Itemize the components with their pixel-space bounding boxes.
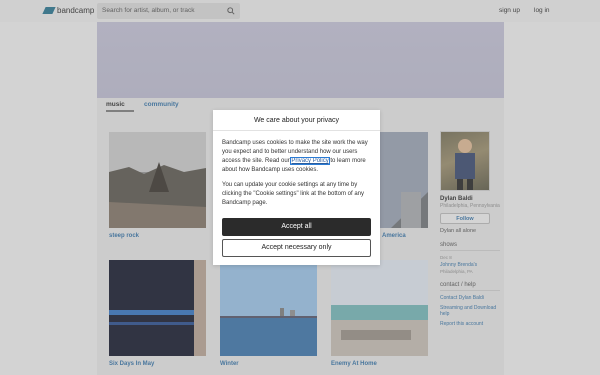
cookie-consent-dialog: We care about your privacy Bandcamp uses… [213,110,380,265]
cookie-paragraph-2: You can update your cookie settings at a… [222,182,364,206]
dialog-body: Bandcamp uses cookies to make the site w… [213,131,380,208]
accept-necessary-button[interactable]: Accept necessary only [222,239,371,257]
privacy-policy-link[interactable]: Privacy Policy [290,157,330,165]
cookie-paragraph-1: Bandcamp uses cookies to make the site w… [222,139,371,175]
dialog-title: We care about your privacy [213,110,380,131]
accept-all-button[interactable]: Accept all [222,218,371,236]
